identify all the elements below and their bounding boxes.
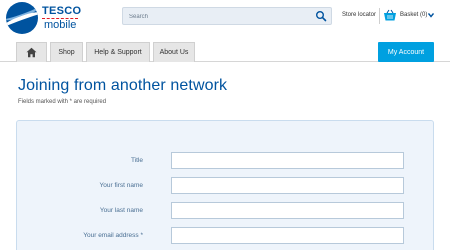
logo-brand-bottom: mobile: [44, 19, 77, 31]
form-panel: Title Your first name Your last name You…: [16, 120, 434, 250]
email-label: Your email address *: [83, 232, 143, 239]
basket-link[interactable]: Basket (0): [400, 12, 427, 18]
logo-brand-top: TESCO: [42, 5, 82, 17]
last-name-label: Your last name: [99, 207, 143, 214]
page-title: Joining from another network: [18, 77, 228, 94]
main-nav: Shop Help & Support About Us My Account: [0, 40, 450, 62]
last-name-field[interactable]: [171, 202, 404, 219]
first-name-field[interactable]: [171, 177, 404, 194]
header-divider: [379, 8, 380, 24]
required-fields-note: Fields marked with * are required: [18, 99, 107, 105]
title-field[interactable]: [171, 152, 404, 169]
tab-home[interactable]: [16, 42, 47, 62]
tab-help-support[interactable]: Help & Support: [86, 42, 150, 62]
tab-about-us[interactable]: About Us: [153, 42, 195, 62]
email-field[interactable]: [171, 227, 404, 244]
chevron-down-icon[interactable]: [428, 12, 434, 18]
site-header: TESCO mobile Store locator Basket (0): [0, 0, 450, 38]
home-icon: [26, 47, 37, 58]
my-account-button[interactable]: My Account: [378, 42, 434, 62]
store-locator-link[interactable]: Store locator: [342, 12, 376, 18]
title-label: Title: [130, 157, 143, 164]
search-icon[interactable]: [315, 10, 327, 22]
logo-globe-icon: [6, 2, 38, 34]
search-box: [122, 7, 332, 25]
tab-shop[interactable]: Shop: [50, 42, 83, 62]
first-name-label: Your first name: [99, 182, 143, 189]
basket-icon[interactable]: [383, 9, 397, 22]
search-input[interactable]: [129, 10, 309, 23]
tesco-mobile-logo[interactable]: TESCO mobile: [6, 2, 94, 34]
